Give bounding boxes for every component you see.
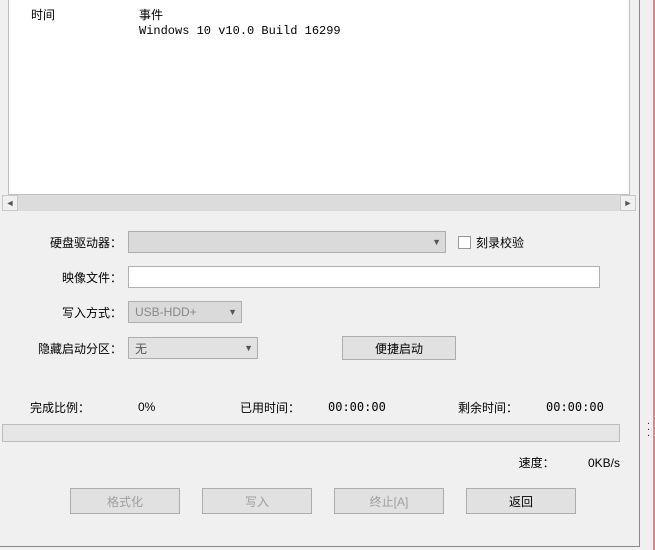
hdd-label: 硬盘驱动器：	[0, 234, 128, 251]
write-mode-value: USB-HDD+	[135, 305, 197, 319]
log-col-time: 时间	[31, 6, 55, 23]
log-horizontal-scrollbar[interactable]: ◄ ►	[2, 195, 636, 211]
chevron-down-icon: ▼	[432, 237, 441, 247]
format-button[interactable]: 格式化	[70, 488, 180, 514]
write-mode-dropdown[interactable]: USB-HDD+ ▼	[128, 301, 242, 323]
progress-bar	[2, 424, 620, 442]
back-button[interactable]: 返回	[466, 488, 576, 514]
abort-button[interactable]: 终止[A]	[334, 488, 444, 514]
remain-value: 00:00:00	[518, 400, 618, 414]
elapsed-value: 00:00:00	[300, 400, 420, 414]
image-label: 映像文件：	[0, 269, 128, 286]
log-panel: 时间 事件 Windows 10 v10.0 Build 16299	[8, 0, 630, 195]
hide-partition-dropdown[interactable]: 无 ▼	[128, 337, 258, 359]
verify-checkbox[interactable]	[458, 236, 471, 249]
scroll-right-arrow[interactable]: ►	[620, 195, 636, 211]
log-col-event: 事件	[139, 6, 163, 23]
quick-boot-button[interactable]: 便捷启动	[342, 336, 456, 360]
elapsed-label: 已用时间：	[190, 399, 300, 416]
log-entry: Windows 10 v10.0 Build 16299	[139, 24, 341, 38]
chevron-down-icon: ▼	[228, 307, 237, 317]
verify-label: 刻录校验	[476, 234, 524, 251]
remain-label: 剩余时间：	[420, 399, 518, 416]
hdd-dropdown[interactable]: ▼	[128, 231, 446, 253]
speed-label: 速度：	[519, 456, 555, 470]
decorative-dots: ...	[647, 418, 650, 436]
scroll-left-arrow[interactable]: ◄	[2, 195, 18, 211]
hide-partition-label: 隐藏启动分区：	[0, 340, 128, 357]
scroll-track[interactable]	[18, 195, 620, 211]
chevron-down-icon: ▼	[244, 343, 253, 353]
complete-value: 0%	[90, 400, 190, 414]
write-button[interactable]: 写入	[202, 488, 312, 514]
complete-label: 完成比例：	[0, 399, 90, 416]
write-mode-label: 写入方式：	[0, 304, 128, 321]
hide-partition-value: 无	[135, 340, 147, 357]
speed-value: 0KB/s	[588, 456, 620, 470]
image-file-input[interactable]	[128, 266, 600, 288]
